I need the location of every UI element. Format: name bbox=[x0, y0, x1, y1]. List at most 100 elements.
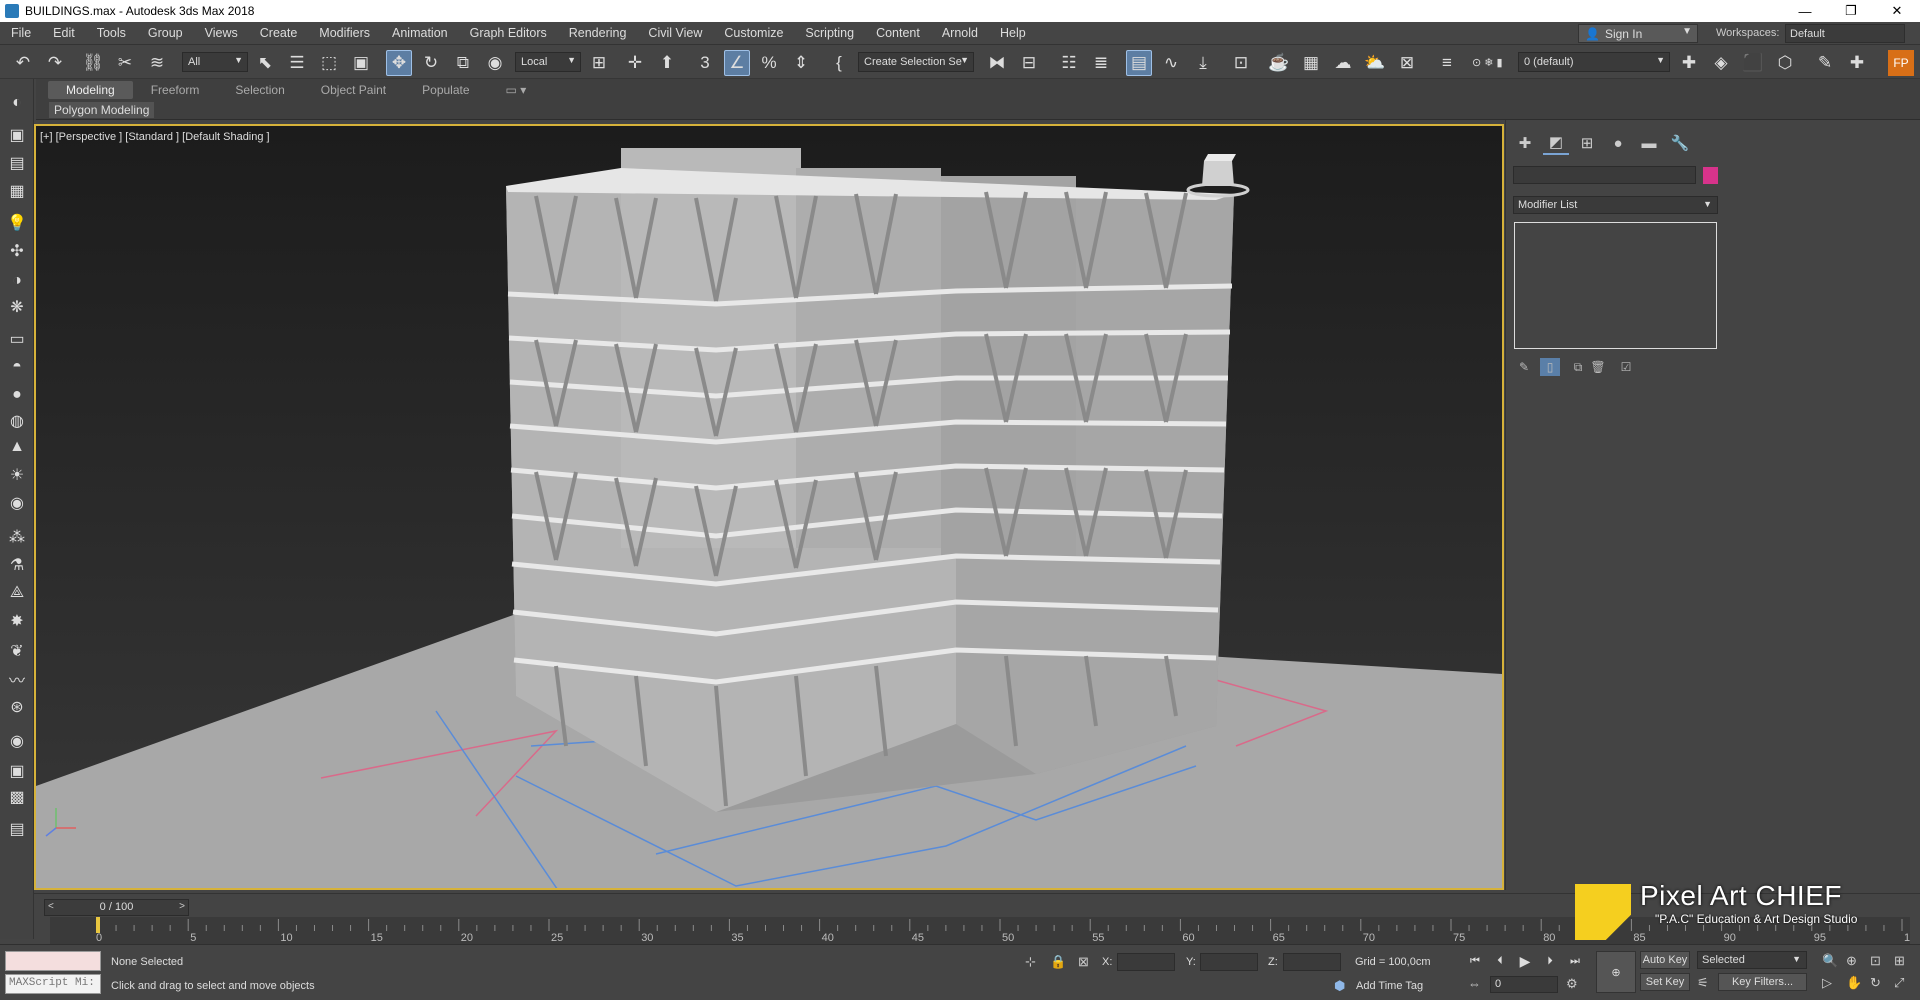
a360-icon[interactable]: ⊠ bbox=[1394, 50, 1420, 76]
pivot-icon[interactable]: ⊞ bbox=[586, 50, 612, 76]
y-coord-field[interactable] bbox=[1200, 953, 1258, 971]
reference-coord-dropdown[interactable]: Local ▼ bbox=[515, 52, 581, 72]
show-end-result-icon[interactable]: ▯ bbox=[1540, 358, 1560, 376]
select-scale-icon[interactable]: ⧉ bbox=[450, 50, 476, 76]
select-by-name-icon[interactable]: ☰ bbox=[284, 50, 310, 76]
key-filters-button[interactable]: Key Filters... bbox=[1718, 973, 1807, 991]
render-side-icon[interactable]: ▩ bbox=[5, 785, 29, 809]
key-mode-icon[interactable]: ⇔ bbox=[1468, 976, 1481, 991]
pin-stack-icon[interactable]: ✎ bbox=[1514, 358, 1534, 376]
compound-icon[interactable]: ⟁ bbox=[5, 581, 29, 605]
keyboard-shortcut-icon[interactable]: ✛ bbox=[622, 50, 648, 76]
menu-arnold[interactable]: Arnold bbox=[931, 22, 989, 44]
next-frame-icon[interactable]: ⏵ bbox=[1541, 952, 1559, 970]
select-object-icon[interactable]: ⬉ bbox=[252, 50, 278, 76]
select-in-layer-icon[interactable]: ⬛ bbox=[1740, 50, 1766, 76]
angle-snap-icon[interactable]: ∠ bbox=[724, 50, 750, 76]
window-crossing-icon[interactable]: ▣ bbox=[348, 50, 374, 76]
zoom-extents-icon[interactable]: ⊡ bbox=[1870, 953, 1881, 969]
set-key-mode-icon[interactable]: ⊕ bbox=[1596, 951, 1636, 993]
torus-icon[interactable]: ◍ bbox=[5, 409, 29, 433]
menu-civil-view[interactable]: Civil View bbox=[637, 22, 713, 44]
material-editor-icon[interactable]: ⊡ bbox=[1228, 50, 1254, 76]
render-setup-icon[interactable]: ☕ bbox=[1266, 50, 1292, 76]
helper-icon[interactable]: ◑ bbox=[5, 269, 29, 293]
scene-explorer-icon[interactable]: ☷ bbox=[1056, 50, 1082, 76]
modifier-list-dropdown[interactable]: Modifier List ▼ bbox=[1513, 196, 1718, 214]
box-primitive-icon[interactable]: ▭ bbox=[5, 327, 29, 351]
sun-light-icon[interactable]: ☀ bbox=[5, 463, 29, 487]
menu-graph-editors[interactable]: Graph Editors bbox=[459, 22, 558, 44]
menu-edit[interactable]: Edit bbox=[42, 22, 86, 44]
redo-icon[interactable]: ↷ bbox=[42, 50, 68, 76]
make-unique-icon[interactable]: ⧉ bbox=[1568, 358, 1588, 376]
pan-icon[interactable]: ✋ bbox=[1846, 975, 1862, 991]
percent-snap-icon[interactable]: % bbox=[756, 50, 782, 76]
sign-in-dropdown[interactable]: 👤 Sign In ▼ bbox=[1578, 24, 1698, 43]
workspace-dropdown[interactable]: Default bbox=[1785, 24, 1905, 43]
isolate-icon[interactable]: ⊹ bbox=[1025, 954, 1036, 970]
geosphere-icon[interactable]: ◉ bbox=[5, 491, 29, 515]
menu-file[interactable]: File bbox=[0, 22, 42, 44]
explorer-icon[interactable]: ▤ bbox=[5, 817, 29, 841]
particles-icon[interactable]: ⁂ bbox=[5, 525, 29, 549]
menu-views[interactable]: Views bbox=[194, 22, 249, 44]
add-to-layer-icon[interactable]: ◈ bbox=[1708, 50, 1734, 76]
container-icon[interactable]: ▣ bbox=[5, 123, 29, 147]
motion-tab-icon[interactable]: ● bbox=[1605, 131, 1631, 155]
ribbon-tab-selection[interactable]: Selection bbox=[217, 81, 302, 99]
modifier-stack[interactable] bbox=[1514, 222, 1717, 349]
key-filters-icon[interactable]: ⚟ bbox=[1697, 975, 1709, 991]
menu-tools[interactable]: Tools bbox=[86, 22, 137, 44]
maxscript-listener[interactable] bbox=[5, 951, 101, 971]
camera-icon[interactable]: ✣ bbox=[5, 239, 29, 263]
menu-scripting[interactable]: Scripting bbox=[794, 22, 865, 44]
absolute-mode-icon[interactable]: ⊠ bbox=[1078, 954, 1089, 970]
unlink-icon[interactable]: ✂ bbox=[112, 50, 138, 76]
object-color-swatch[interactable] bbox=[1703, 167, 1718, 184]
foliage-icon[interactable]: ❦ bbox=[5, 639, 29, 663]
snap-3d-icon[interactable]: 3 bbox=[692, 50, 718, 76]
remove-modifier-icon[interactable]: 🗑 bbox=[1588, 358, 1608, 376]
named-selection-icon[interactable]: { bbox=[826, 50, 852, 76]
rect-selection-icon[interactable]: ⬚ bbox=[316, 50, 342, 76]
fp-icon[interactable]: FP bbox=[1888, 50, 1914, 76]
previous-frame-icon[interactable]: ⏴ bbox=[1491, 952, 1509, 970]
ribbon-tab-populate[interactable]: Populate bbox=[404, 81, 487, 99]
auto-key-button[interactable]: Auto Key bbox=[1640, 951, 1690, 969]
utilities-tab-icon[interactable]: 🔧 bbox=[1667, 131, 1693, 155]
zoom-icon[interactable]: 🔍 bbox=[1822, 953, 1838, 969]
menu-group[interactable]: Group bbox=[137, 22, 194, 44]
maxscript-mini-listener[interactable]: MAXScript Mi: bbox=[5, 974, 101, 994]
field-of-view-icon[interactable]: ▷ bbox=[1822, 975, 1832, 991]
x-coord-field[interactable] bbox=[1117, 953, 1175, 971]
spacewarp-icon[interactable]: ❋ bbox=[5, 295, 29, 319]
select-rotate-icon[interactable]: ↻ bbox=[418, 50, 444, 76]
chevron-right-icon[interactable]: > bbox=[179, 901, 185, 912]
new-layer-icon[interactable]: ✚ bbox=[1676, 50, 1702, 76]
zoom-extents-all-icon[interactable]: ⊞ bbox=[1894, 953, 1905, 969]
ribbon-tab-freeform[interactable]: Freeform bbox=[133, 81, 218, 99]
polygon-modeling-panel[interactable]: Polygon Modeling bbox=[49, 102, 155, 118]
perspective-viewport[interactable]: [+] [Perspective ] [Standard ] [Default … bbox=[34, 124, 1504, 890]
set-key-button[interactable]: Set Key bbox=[1640, 973, 1690, 991]
menu-rendering[interactable]: Rendering bbox=[558, 22, 638, 44]
viewport-navigate-icon[interactable]: ◐ bbox=[5, 91, 29, 115]
named-selection-dropdown[interactable]: Create Selection Se ▼ bbox=[858, 52, 974, 72]
layer-manager-icon[interactable]: ≡ bbox=[1434, 50, 1460, 76]
lock-selection-icon[interactable]: 🔒 bbox=[1050, 954, 1066, 970]
menu-help[interactable]: Help bbox=[989, 22, 1037, 44]
select-move-icon[interactable]: ✥ bbox=[386, 50, 412, 76]
modify-tab-icon[interactable]: ◩ bbox=[1543, 131, 1569, 155]
selection-filter-dropdown[interactable]: All ▼ bbox=[182, 52, 248, 72]
sphere-icon[interactable]: ● bbox=[5, 383, 29, 407]
dynamics-icon[interactable]: ⚗ bbox=[5, 553, 29, 577]
cone-icon[interactable]: ▲ bbox=[5, 435, 29, 459]
menu-content[interactable]: Content bbox=[865, 22, 931, 44]
z-coord-field[interactable] bbox=[1283, 953, 1341, 971]
system-icon[interactable]: ✸ bbox=[5, 609, 29, 633]
layer-explorer-icon[interactable]: ≣ bbox=[1088, 50, 1114, 76]
minimize-button[interactable]: — bbox=[1782, 0, 1828, 22]
layout-icon[interactable]: ▦ bbox=[5, 179, 29, 203]
play-icon[interactable]: ▶ bbox=[1516, 952, 1534, 970]
